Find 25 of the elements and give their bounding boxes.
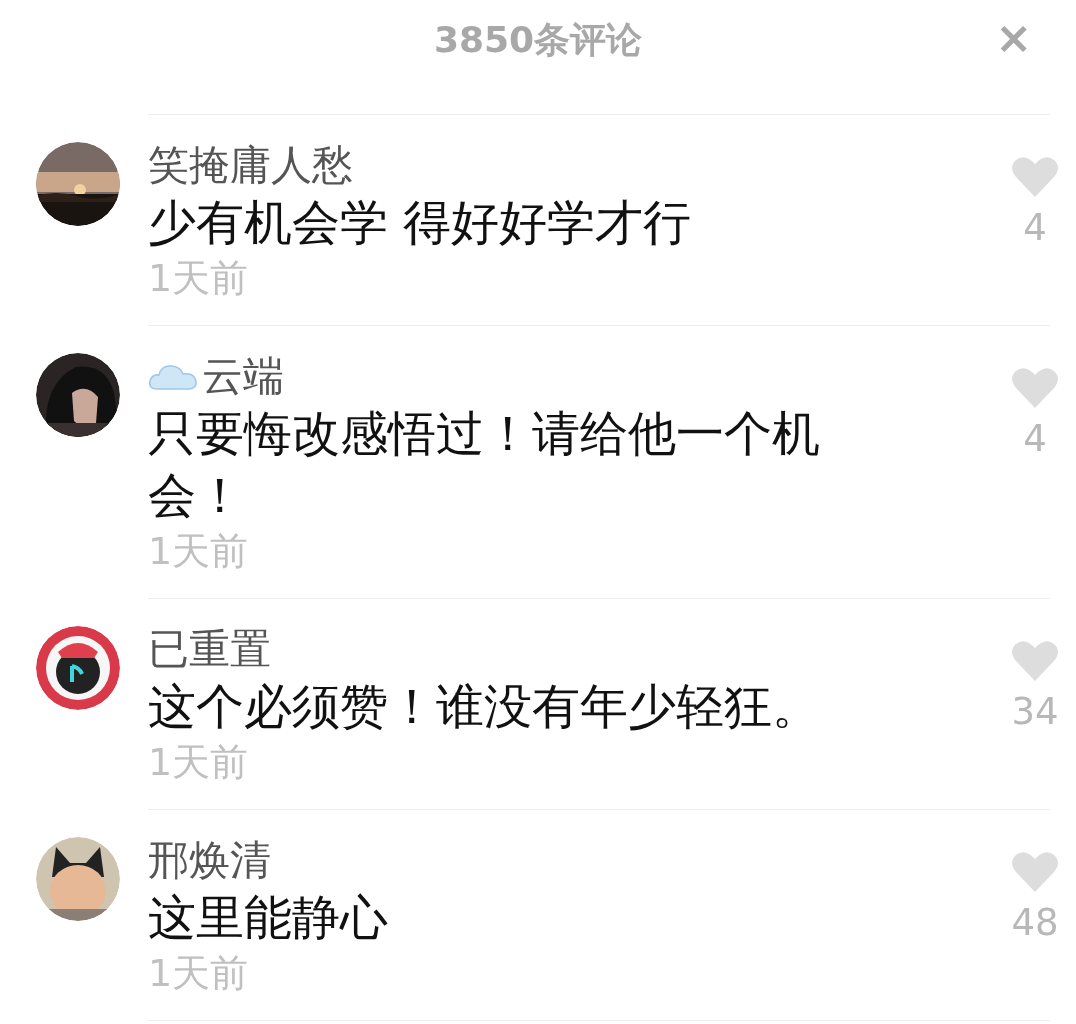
like-button[interactable] <box>1011 850 1059 892</box>
username[interactable]: 已重置 <box>148 623 271 675</box>
comment-text: 这里能静心 <box>148 888 389 947</box>
comment-text: 少有机会学 得好好学才行 <box>148 193 693 252</box>
username[interactable]: 邢焕清 <box>148 834 271 886</box>
timestamp: 1天前 <box>148 951 249 995</box>
heart-icon <box>1011 155 1059 197</box>
timestamp: 1天前 <box>148 740 249 784</box>
comment-text: 只要悔改感悟过！请给他一个机会！ <box>148 404 821 525</box>
like-button[interactable] <box>1011 366 1059 408</box>
like-button[interactable] <box>1011 639 1059 681</box>
panel-title: 3850条评论 <box>433 18 643 62</box>
heart-icon <box>1011 850 1059 892</box>
like-count: 4 <box>1023 416 1047 462</box>
timestamp: 1天前 <box>148 256 249 300</box>
like-count: 48 <box>1011 900 1059 946</box>
username[interactable]: 云端 <box>148 350 284 402</box>
like-count: 34 <box>1011 689 1059 735</box>
username[interactable]: 笑掩庸人愁 <box>148 139 353 191</box>
timestamp: 1天前 <box>148 529 249 573</box>
heart-icon <box>1011 639 1059 681</box>
like-button[interactable] <box>1011 155 1059 197</box>
like-count: 4 <box>1023 205 1047 251</box>
heart-icon <box>1011 366 1059 408</box>
comment-text: 这个必须赞！谁没有年少轻狂。 <box>148 677 821 736</box>
